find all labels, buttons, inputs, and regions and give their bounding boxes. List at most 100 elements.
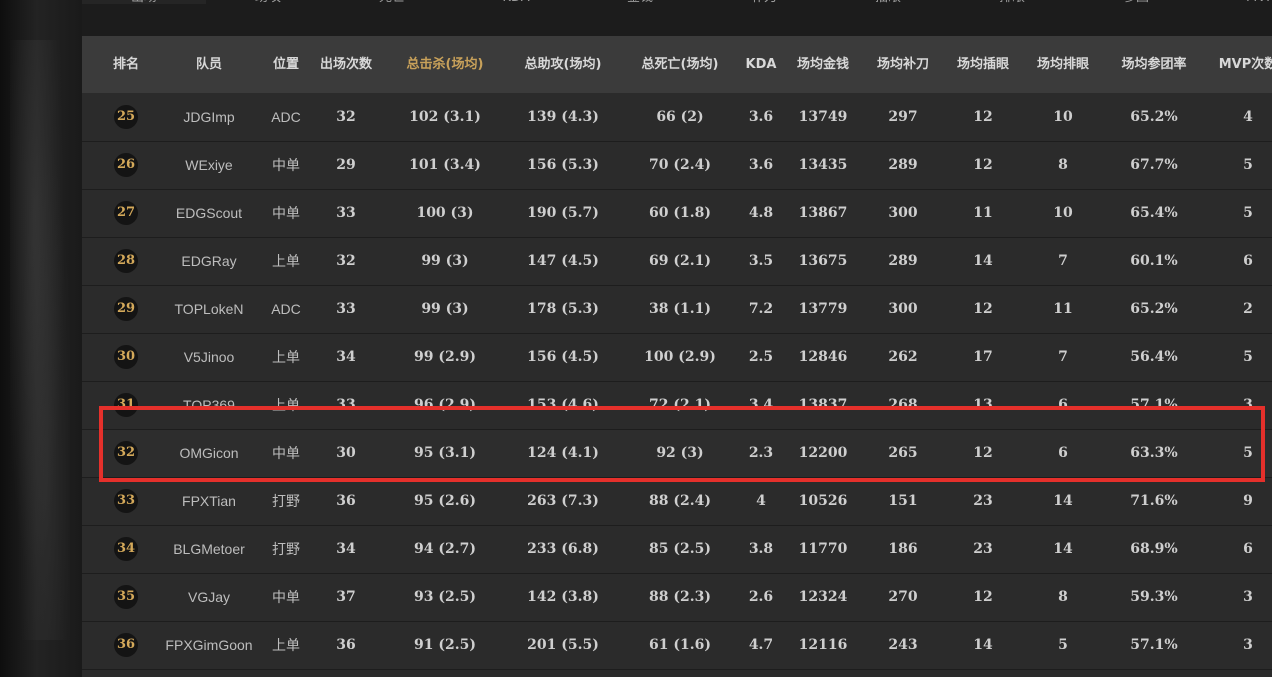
total-deaths-cell: 66 (2) (656, 109, 704, 125)
games-played-cell: 34 (336, 349, 356, 365)
player-name-cell[interactable]: BLGMetoer (173, 526, 245, 573)
position-cell: ADC (271, 109, 301, 125)
total-assists-cell: 178 (5.3) (527, 301, 599, 317)
tab-4[interactable]: 金钱 (578, 0, 702, 4)
table-row[interactable]: 34 BLGMetoer 打野 34 94 (2.7) 233 (6.8) 85 (2.5)… (82, 526, 1272, 574)
tab-8[interactable]: 参团 (1074, 0, 1198, 4)
column-header-avg-wards[interactable]: 场均插眼 (957, 36, 1009, 93)
avg-gold-cell: 12324 (798, 589, 848, 605)
player-stats-table: 排名 队员 位置 出场次数 总击杀(场均) 总助攻(场均) 总死亡(场均) KDA 场均金钱 场均… (82, 36, 1272, 677)
rank-badge: 29 (114, 297, 138, 321)
player-name-cell[interactable]: EDGScout (176, 190, 242, 237)
tab-3[interactable]: KDA (454, 0, 578, 4)
avg-gold-cell: 11770 (798, 541, 848, 557)
total-deaths-cell: 85 (2.5) (649, 541, 711, 557)
column-header-avg-cs[interactable]: 场均补刀 (877, 36, 929, 93)
total-deaths-cell: 88 (2.4) (649, 493, 711, 509)
column-header-games-played[interactable]: 出场次数 (320, 36, 372, 93)
table-row[interactable]: 32 OMGicon 中单 30 95 (3.1) 124 (4.1) 92 (3) 2.3 1… (82, 430, 1272, 478)
tab-7[interactable]: 排眼 (950, 0, 1074, 4)
player-name-cell[interactable]: V5Jinoo (184, 334, 235, 381)
mvp-count-cell: 3 (1243, 397, 1253, 413)
table-row[interactable]: 26 WExiye 中单 29 101 (3.4) 156 (5.3) 70 (2.4) 3.… (82, 142, 1272, 190)
player-name-cell[interactable]: WExiye (185, 142, 232, 189)
column-header-rank[interactable]: 排名 (113, 36, 139, 93)
table-row[interactable]: 35 VGJay 中单 37 93 (2.5) 142 (3.8) 88 (2.3) 2.6 1… (82, 574, 1272, 622)
player-name-cell[interactable]: EDGRay (181, 238, 236, 285)
avg-cs-cell: 268 (888, 397, 918, 413)
column-header-avg-kill-participation[interactable]: 场均参团率 (1121, 36, 1186, 93)
table-row[interactable]: 36 FPXGimGoon 上单 36 91 (2.5) 201 (5.5) 61 (1.6… (82, 622, 1272, 670)
table-row[interactable]: 25 JDGImp ADC 32 102 (3.1) 139 (4.3) 66 (2) 3.6… (82, 94, 1272, 142)
avg-kill-participation-cell: 65.2% (1130, 109, 1178, 125)
table-row[interactable]: 31 TOP369 上单 33 96 (2.9) 153 (4.6) 72 (2.1) 3.4… (82, 382, 1272, 430)
column-header-kda[interactable]: KDA (746, 36, 777, 93)
column-header-position[interactable]: 位置 (273, 36, 299, 93)
avg-wards-cell: 12 (973, 157, 993, 173)
avg-gold-cell: 12116 (798, 637, 848, 653)
table-row[interactable]: 29 TOPLokeN ADC 33 99 (3) 178 (5.3) 38 (1.1) 7.… (82, 286, 1272, 334)
column-header-avg-ward-clear[interactable]: 场均排眼 (1037, 36, 1089, 93)
games-played-cell: 34 (336, 541, 356, 557)
avg-ward-clear-cell: 6 (1058, 445, 1068, 461)
tab-6[interactable]: 插眼 (826, 0, 950, 4)
avg-wards-cell: 17 (973, 349, 993, 365)
games-played-cell: 33 (336, 205, 356, 221)
kda-cell: 3.4 (748, 397, 774, 413)
table-row[interactable]: 27 EDGScout 中单 33 100 (3) 190 (5.7) 60 (1.8) 4.… (82, 190, 1272, 238)
player-name-cell[interactable]: FPXTian (182, 478, 236, 525)
avg-cs-cell: 289 (888, 157, 918, 173)
rank-badge: 28 (114, 249, 138, 273)
player-name-cell[interactable]: VGJay (188, 574, 230, 621)
player-name-cell[interactable]: TOP369 (183, 382, 235, 429)
table-row[interactable]: 28 EDGRay 上单 32 99 (3) 147 (4.5) 69 (2.1) 3.5 13… (82, 238, 1272, 286)
total-kills-cell: 94 (2.7) (414, 541, 476, 557)
games-played-cell: 36 (336, 493, 356, 509)
position-cell: 上单 (272, 253, 300, 269)
avg-gold-cell: 13867 (798, 205, 848, 221)
avg-gold-cell: 13837 (798, 397, 848, 413)
player-name-cell[interactable]: JDGImp (183, 94, 234, 141)
mvp-count-cell: 6 (1243, 253, 1253, 269)
mvp-count-cell: 2 (1243, 301, 1253, 317)
player-name-cell[interactable]: TOPLokeN (175, 286, 244, 333)
total-kills-cell: 100 (3) (416, 205, 474, 221)
avg-gold-cell: 12846 (798, 349, 848, 365)
position-cell: 中单 (272, 445, 300, 461)
table-row[interactable]: 33 FPXTian 打野 36 95 (2.6) 263 (7.3) 88 (2.4) 4 1… (82, 478, 1272, 526)
mvp-count-cell: 5 (1243, 445, 1253, 461)
kda-cell: 3.5 (748, 253, 774, 269)
position-cell: 中单 (272, 589, 300, 605)
tab-5[interactable]: 补刀 (702, 0, 826, 4)
avg-wards-cell: 13 (973, 397, 993, 413)
avg-cs-cell: 300 (888, 205, 918, 221)
games-played-cell: 30 (336, 445, 356, 461)
avg-ward-clear-cell: 14 (1053, 493, 1073, 509)
page-background (0, 0, 82, 677)
column-header-total-deaths[interactable]: 总死亡(场均) (642, 36, 719, 93)
player-name-cell[interactable]: FPXGimGoon (165, 622, 252, 669)
position-cell: 中单 (272, 157, 300, 173)
tab-1[interactable]: 助攻 (206, 0, 330, 4)
avg-cs-cell: 262 (888, 349, 918, 365)
mvp-count-cell: 3 (1243, 589, 1253, 605)
games-played-cell: 29 (336, 157, 356, 173)
player-name-cell[interactable]: OMGicon (179, 430, 238, 477)
avg-wards-cell: 23 (973, 493, 993, 509)
tab-2[interactable]: 死亡 (330, 0, 454, 4)
column-header-mvp-count[interactable]: MVP次数 (1219, 36, 1272, 93)
avg-kill-participation-cell: 65.2% (1130, 301, 1178, 317)
column-header-total-kills[interactable]: 总击杀(场均) (407, 36, 484, 93)
total-deaths-cell: 38 (1.1) (649, 301, 711, 317)
avg-gold-cell: 10526 (798, 493, 848, 509)
tab-0[interactable]: 出场 (82, 0, 206, 4)
table-row[interactable]: 30 V5Jinoo 上单 34 99 (2.9) 156 (4.5) 100 (2.9) 2… (82, 334, 1272, 382)
column-header-avg-gold[interactable]: 场均金钱 (797, 36, 849, 93)
tab-9[interactable]: MVP (1198, 0, 1272, 4)
column-header-player-name[interactable]: 队员 (196, 36, 222, 93)
avg-wards-cell: 14 (973, 637, 993, 653)
column-header-total-assists[interactable]: 总助攻(场均) (525, 36, 602, 93)
total-deaths-cell: 92 (3) (656, 445, 704, 461)
games-played-cell: 32 (336, 253, 356, 269)
total-kills-cell: 99 (3) (421, 301, 469, 317)
